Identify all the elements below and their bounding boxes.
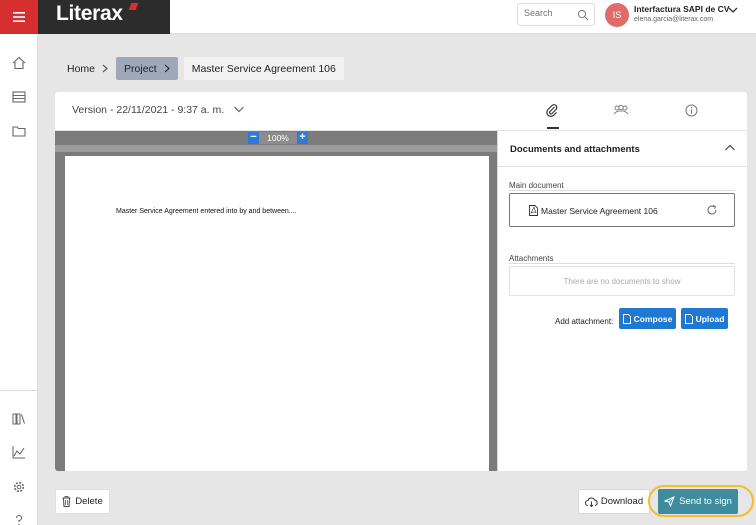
sidebar-item-reports[interactable] (9, 442, 29, 462)
tab-info[interactable] (683, 102, 699, 118)
logo-mark-icon (128, 3, 139, 10)
attachments-label: Attachments (509, 254, 554, 263)
attachments-divider (509, 263, 735, 264)
upload-label: Upload (695, 313, 725, 324)
breadcrumb-home-label: Home (67, 62, 96, 75)
library-icon (12, 413, 26, 425)
compose-button[interactable]: Compose (619, 308, 676, 329)
add-attachment-label: Add attachment: (555, 317, 614, 326)
zoom-controls: − 100% + (248, 132, 308, 144)
delete-label: Delete (75, 496, 103, 507)
breadcrumb-project[interactable]: Project (116, 57, 178, 80)
people-icon (613, 104, 629, 115)
document-card: Version - 22/11/2021 - 9:37 a. m. − 100%… (55, 92, 747, 471)
sidebar-item-folders[interactable] (9, 121, 29, 141)
main-document-item[interactable]: Master Service Agreement 106 (509, 193, 735, 227)
send-to-sign-label: Send to sign (679, 496, 732, 507)
main-document-label: Main document (509, 181, 564, 190)
chevron-down-icon[interactable] (728, 6, 738, 14)
chevron-up-icon[interactable] (724, 143, 736, 153)
download-button[interactable]: Download (578, 489, 650, 514)
hamburger-icon (13, 12, 25, 22)
pdf-file-icon (684, 313, 693, 324)
sidebar-divider (0, 390, 38, 391)
sidebar-item-help[interactable] (9, 510, 29, 525)
user-email: elena.garcia@literax.com (634, 16, 714, 23)
zoom-in-button[interactable]: + (297, 132, 308, 144)
top-bar: Literax IS Interfactura SAPI de CV elena… (0, 0, 756, 34)
tab-attachments[interactable] (544, 102, 560, 118)
home-icon (12, 56, 26, 70)
breadcrumb-home[interactable]: Home (59, 57, 116, 80)
menu-button[interactable] (0, 0, 38, 34)
trash-icon (62, 496, 71, 507)
document-viewer[interactable]: − 100% + Master Service Agreement entere… (55, 131, 497, 471)
chevron-down-icon[interactable] (233, 104, 245, 114)
zoom-out-button[interactable]: − (248, 132, 259, 144)
version-selector[interactable]: Version - 22/11/2021 - 9:37 a. m. (72, 104, 224, 116)
send-icon (664, 496, 675, 507)
search-input[interactable] (524, 8, 574, 18)
main-document-name: Master Service Agreement 106 (541, 206, 658, 216)
pdf-file-icon (529, 205, 538, 216)
info-icon (685, 104, 697, 116)
delete-button[interactable]: Delete (55, 489, 110, 514)
sidebar (0, 34, 38, 525)
search-box (517, 3, 595, 26)
panel-title: Documents and attachments (510, 144, 640, 155)
panel-header[interactable]: Documents and attachments (498, 131, 747, 167)
templates-icon (12, 91, 26, 103)
chevron-right-icon (102, 64, 108, 73)
reports-icon (12, 446, 25, 459)
document-page-text: Master Service Agreement entered into by… (116, 208, 297, 215)
sidebar-item-settings[interactable] (9, 477, 29, 497)
help-icon (15, 514, 23, 525)
active-tab-indicator (547, 127, 559, 129)
cloud-download-icon (584, 497, 598, 507)
chevron-right-icon (164, 64, 170, 73)
gear-icon (13, 481, 25, 493)
upload-button[interactable]: Upload (681, 308, 728, 329)
folder-icon (12, 126, 26, 137)
avatar[interactable]: IS (605, 3, 629, 27)
send-to-sign-button[interactable]: Send to sign (658, 489, 738, 514)
sidebar-item-home[interactable] (9, 53, 29, 73)
sidebar-item-templates[interactable] (9, 87, 29, 107)
search-icon[interactable] (577, 9, 589, 21)
attachments-empty-state: There are no documents to show (509, 266, 735, 296)
company-name[interactable]: Interfactura SAPI de CV (634, 4, 729, 14)
download-label: Download (600, 496, 644, 507)
breadcrumb-current: Master Service Agreement 106 (183, 57, 344, 80)
breadcrumb: Home Project Master Service Agreement 10… (59, 57, 344, 80)
main-document-divider (509, 190, 735, 191)
document-page: Master Service Agreement entered into by… (65, 156, 489, 471)
pdf-file-icon (622, 313, 631, 324)
logo-text: Literax (56, 2, 123, 25)
breadcrumb-project-label: Project (124, 62, 157, 75)
logo[interactable]: Literax (38, 0, 170, 34)
documents-panel: Documents and attachments Main document … (497, 131, 747, 471)
replace-document-icon[interactable] (706, 204, 718, 216)
paperclip-icon (546, 104, 558, 117)
zoom-level: 100% (259, 132, 297, 144)
viewer-toolbar-strip (55, 145, 497, 152)
compose-label: Compose (633, 313, 673, 324)
tab-participants[interactable] (613, 102, 629, 118)
sidebar-item-library[interactable] (9, 409, 29, 429)
